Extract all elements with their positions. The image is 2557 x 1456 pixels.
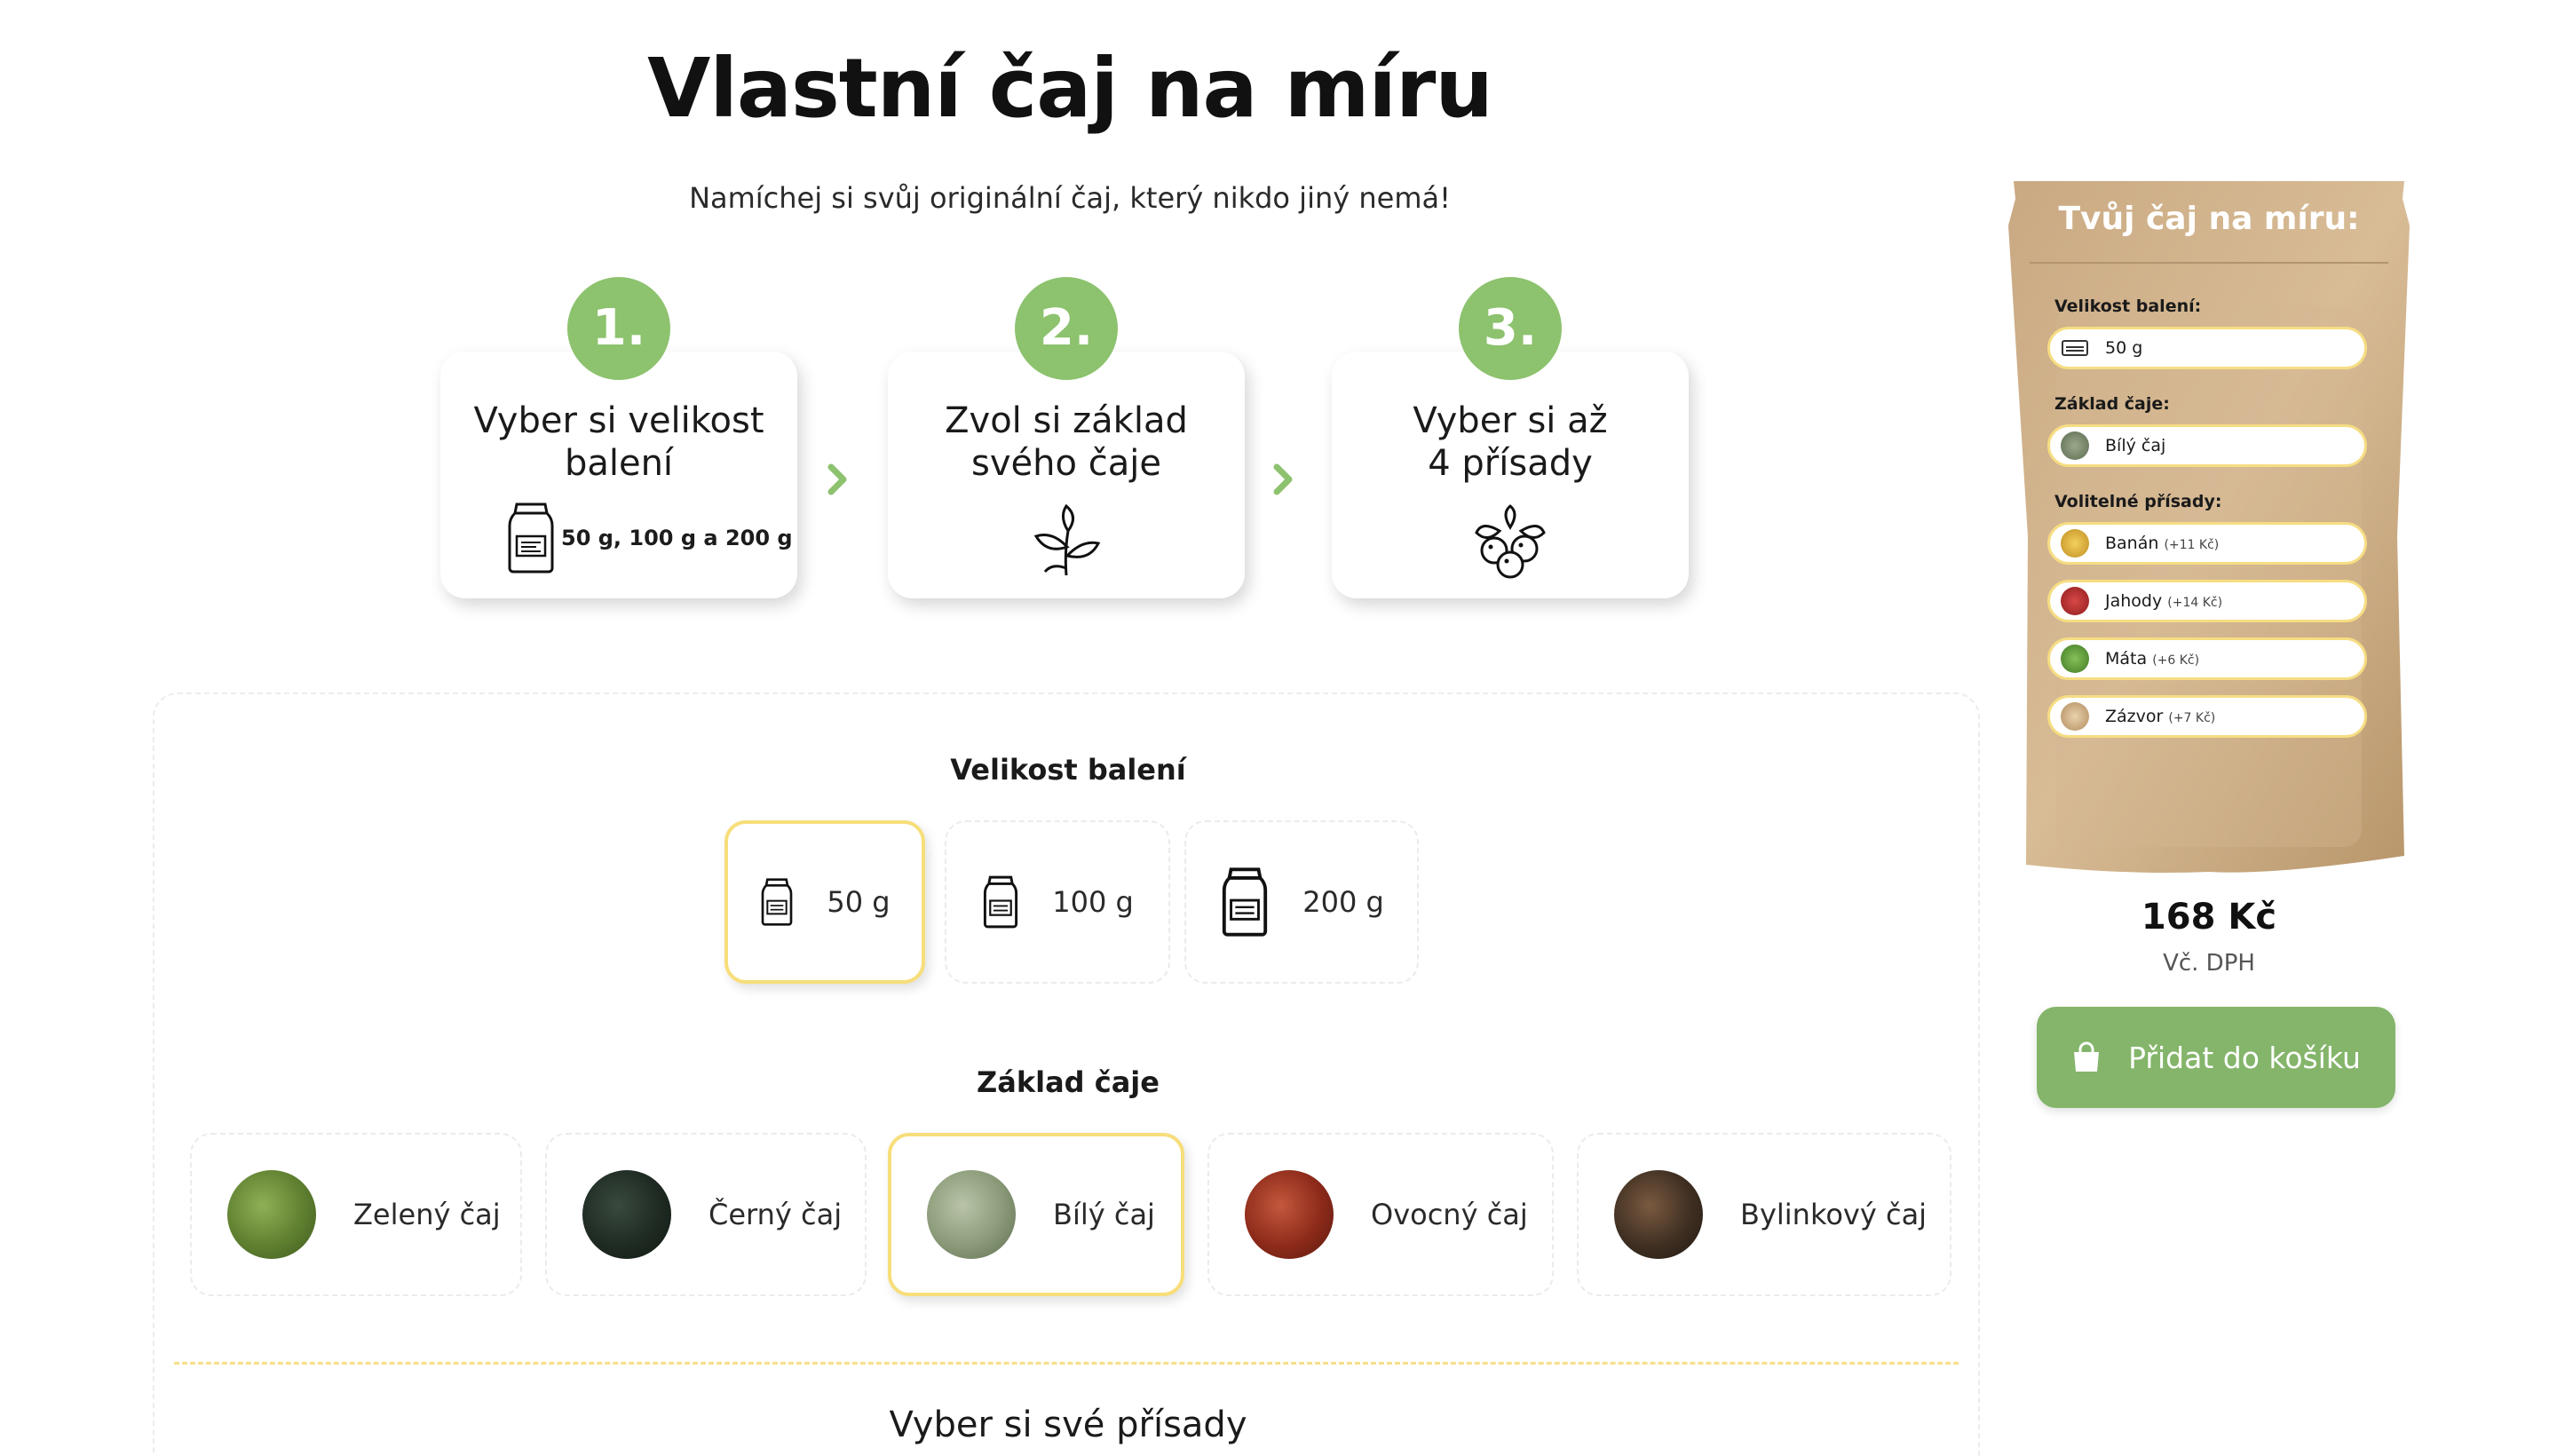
shopping-bag-icon: [2074, 1041, 2100, 1072]
base-label: Zelený čaj: [353, 1198, 501, 1231]
base-label: Bílý čaj: [1053, 1198, 1155, 1231]
tea-bag-icon: [984, 875, 1018, 929]
chevron-right-icon: [827, 463, 847, 495]
summary-base-label: Základ čaje:: [2054, 394, 2170, 414]
summary-extra-item[interactable]: Zázvor (+7 Kč): [2047, 695, 2367, 738]
ingredients-section-title: Vyber si své přísady: [889, 1405, 1247, 1445]
size-option-100g[interactable]: 100 g: [945, 820, 1170, 984]
step-number: 2.: [1015, 277, 1118, 380]
banana-thumb: [2061, 529, 2089, 558]
tea-bag-icon: [1223, 867, 1268, 937]
add-to-cart-button[interactable]: Přidat do košíku: [2037, 1007, 2395, 1108]
step-number: 1.: [567, 277, 670, 380]
summary-base-value: Bílý čaj: [2105, 436, 2166, 455]
extra-name: Jahody: [2105, 591, 2163, 611]
size-option-50g[interactable]: 50 g: [724, 820, 925, 984]
extra-name: Máta: [2105, 649, 2148, 669]
total-price: 168 Kč: [2141, 897, 2277, 938]
divider: [174, 1362, 1959, 1365]
base-label: Černý čaj: [709, 1198, 843, 1231]
base-option-herbal[interactable]: Bylinkový čaj: [1577, 1133, 1951, 1296]
base-option-green[interactable]: Zelený čaj: [190, 1133, 522, 1296]
extra-price: (+11 Kč): [2164, 538, 2220, 552]
base-option-white[interactable]: Bílý čaj: [888, 1133, 1184, 1296]
step-title: Vyber si až 4 přísady: [1413, 400, 1608, 484]
tea-leaf-icon: [1033, 504, 1101, 576]
base-label: Ovocný čaj: [1371, 1198, 1528, 1231]
summary-size-label: Velikost balení:: [2054, 297, 2202, 316]
step-card-size: 1. Vyber si velikost balení 50 g, 100 g …: [440, 277, 797, 598]
base-section-title: Základ čaje: [977, 1065, 1160, 1099]
step-card-ingredients: 3. Vyber si až 4 přísady: [1332, 277, 1689, 598]
extra-price: (+6 Kč): [2152, 653, 2200, 668]
extra-price: (+14 Kč): [2167, 596, 2223, 610]
strawberry-thumb: [2061, 587, 2089, 615]
add-to-cart-label: Přidat do košíku: [2128, 1040, 2361, 1075]
page-subtitle: Namíchej si svůj originální čaj, který n…: [689, 181, 1451, 215]
tea-builder-panel: Velikost balení 50 g 100 g 200 g Základ …: [153, 692, 1980, 1456]
step-caption: 50 g, 100 g a 200 g: [561, 526, 793, 550]
white-tea-thumb: [2061, 431, 2089, 460]
summary-extra-item[interactable]: Jahody (+14 Kč): [2047, 580, 2367, 622]
page-title: Vlastní čaj na míru: [647, 41, 1493, 136]
base-option-fruit[interactable]: Ovocný čaj: [1207, 1133, 1554, 1296]
chevron-right-icon: [1273, 463, 1293, 495]
fruit-tea-image: [1245, 1170, 1334, 1259]
tea-bag-icon: [508, 502, 554, 574]
extra-name: Zázvor: [2105, 707, 2164, 726]
summary-extra-item[interactable]: Banán (+11 Kč): [2047, 522, 2367, 565]
size-option-200g[interactable]: 200 g: [1184, 820, 1419, 984]
vat-note: Vč. DPH: [2163, 950, 2255, 977]
summary-extra-item[interactable]: Máta (+6 Kč): [2047, 637, 2367, 680]
summary-title: Tvůj čaj na míru:: [2058, 201, 2360, 237]
base-option-black[interactable]: Černý čaj: [545, 1133, 867, 1296]
herbal-tea-image: [1614, 1170, 1703, 1259]
black-tea-image: [582, 1170, 671, 1259]
size-label: 100 g: [1052, 885, 1134, 919]
mint-thumb: [2061, 645, 2089, 673]
step-title: Zvol si základ svého čaje: [945, 400, 1188, 484]
size-label: 50 g: [827, 885, 891, 919]
summary-extras-label: Volitelné přísady:: [2054, 492, 2222, 511]
size-label: 200 g: [1302, 885, 1384, 919]
green-tea-image: [227, 1170, 316, 1259]
step-title: Vyber si velikost balení: [473, 400, 764, 484]
ginger-thumb: [2061, 702, 2089, 731]
package-icon: [2062, 340, 2088, 356]
base-label: Bylinkový čaj: [1740, 1198, 1928, 1231]
summary-size-value: 50 g: [2105, 338, 2143, 358]
step-number: 3.: [1459, 277, 1562, 380]
summary-base-pill: Bílý čaj: [2047, 424, 2367, 467]
tea-bag-icon: [762, 878, 793, 926]
summary-size-pill: 50 g: [2047, 327, 2367, 369]
white-tea-image: [927, 1170, 1016, 1259]
size-section-title: Velikost balení: [950, 753, 1186, 787]
extra-name: Banán: [2105, 534, 2159, 553]
step-card-base: 2. Zvol si základ svého čaje: [888, 277, 1245, 598]
extra-price: (+7 Kč): [2168, 711, 2216, 725]
berries-icon: [1475, 504, 1546, 579]
